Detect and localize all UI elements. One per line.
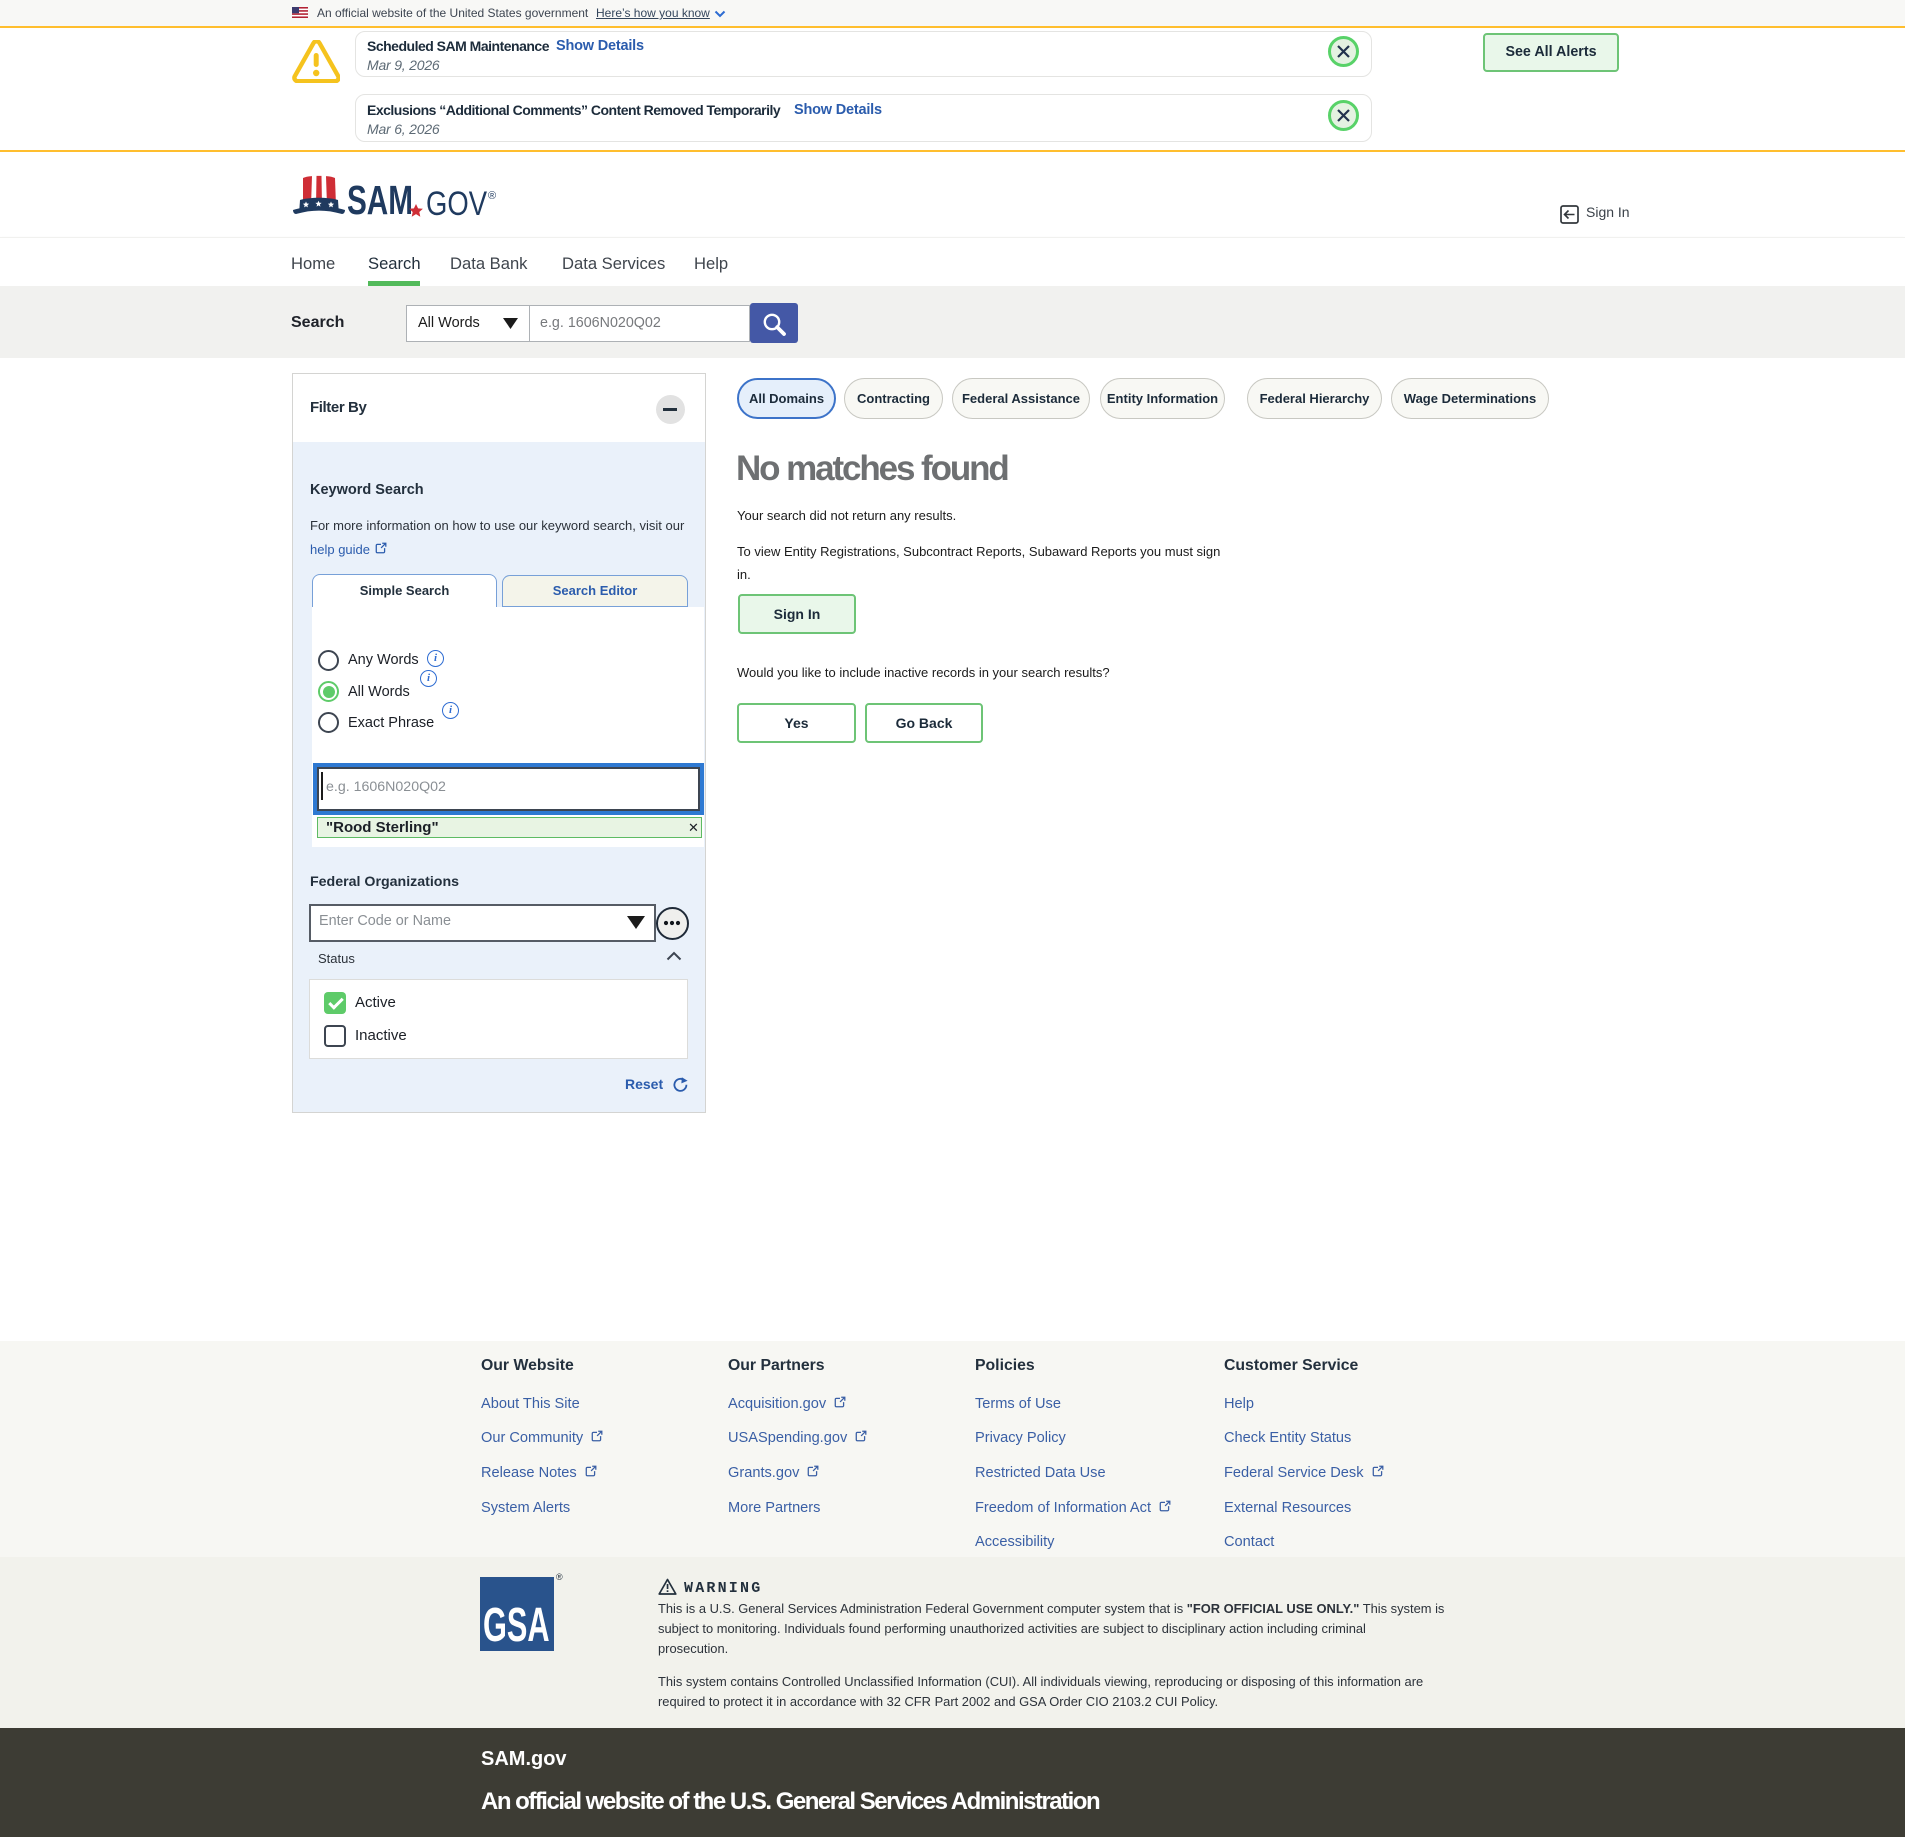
svg-text:SAM: SAM	[347, 177, 413, 223]
svg-text:GOV: GOV	[426, 185, 487, 223]
svg-text:®: ®	[488, 190, 496, 202]
